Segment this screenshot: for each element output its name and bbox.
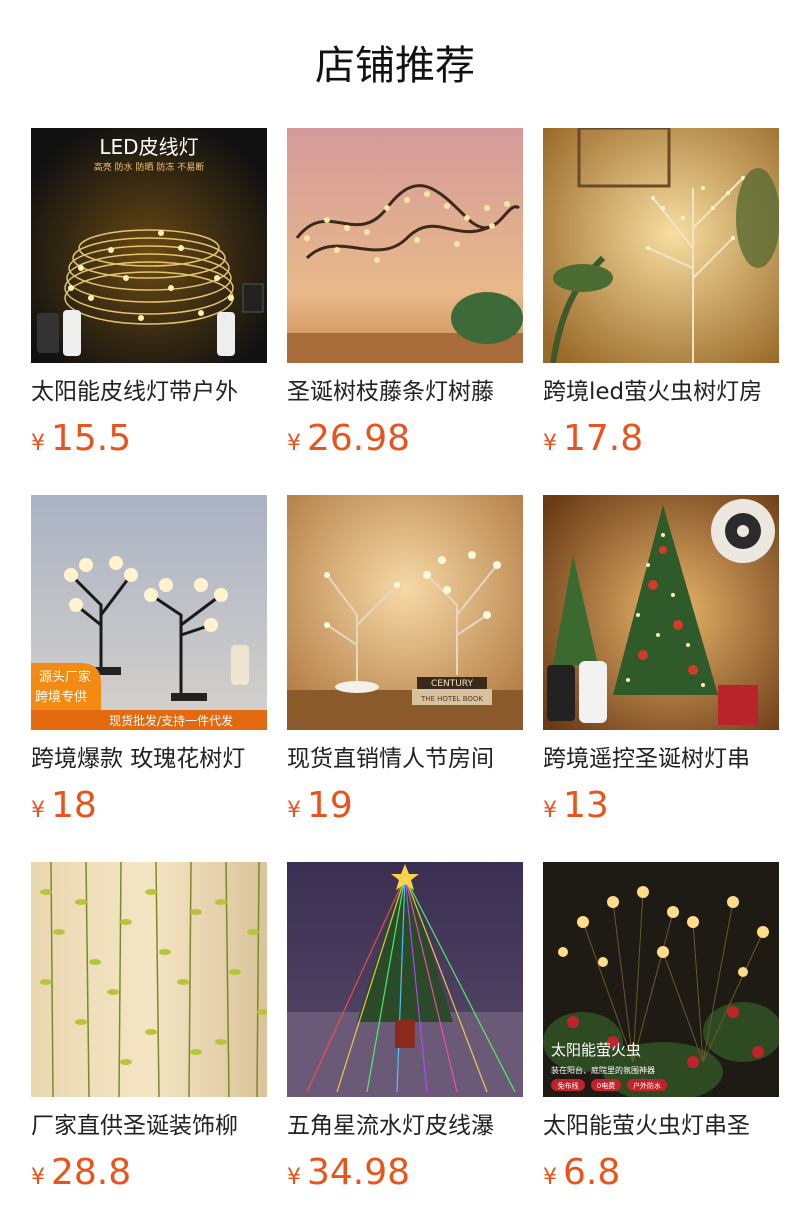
- product-price: ¥6.8: [543, 1151, 779, 1195]
- currency-symbol: ¥: [31, 1165, 45, 1190]
- image-tag1: 免布线: [558, 1081, 579, 1090]
- product-name[interactable]: 圣诞树枝藤条灯树藤: [287, 377, 523, 407]
- product-image[interactable]: [543, 495, 779, 730]
- product-image[interactable]: [287, 128, 523, 363]
- product-name[interactable]: 太阳能皮线灯带户外: [31, 377, 267, 407]
- currency-symbol: ¥: [31, 798, 45, 823]
- product-image[interactable]: [287, 862, 523, 1097]
- currency-symbol: ¥: [543, 431, 557, 456]
- product-image[interactable]: [31, 862, 267, 1097]
- image-overlay-title: 太阳能萤火虫: [551, 1041, 641, 1059]
- image-badge-line1: 源头厂家: [39, 669, 91, 685]
- product-card[interactable]: 五角星流水灯皮线瀑 ¥34.98: [287, 862, 523, 1195]
- currency-symbol: ¥: [287, 1165, 301, 1190]
- price-value: 15.5: [51, 418, 132, 459]
- product-price: ¥17.8: [543, 417, 779, 461]
- price-value: 6.8: [563, 1152, 621, 1193]
- product-image[interactable]: [543, 128, 779, 363]
- product-price: ¥34.98: [287, 1151, 523, 1195]
- image-overlay-title: LED皮线灯: [99, 135, 198, 159]
- currency-symbol: ¥: [31, 431, 45, 456]
- image-tag3: 户外防水: [633, 1081, 661, 1090]
- price-value: 26.98: [307, 418, 411, 459]
- page-title: 店铺推荐: [315, 43, 475, 89]
- image-book1-text: CENTURY: [431, 679, 473, 689]
- product-name[interactable]: 跨境爆款 玫瑰花树灯: [31, 744, 267, 774]
- product-name[interactable]: 厂家直供圣诞装饰柳: [31, 1111, 267, 1141]
- product-name[interactable]: 五角星流水灯皮线瀑: [287, 1111, 523, 1141]
- product-name[interactable]: 现货直销情人节房间: [287, 744, 523, 774]
- image-book2-text: THE HOTEL BOOK: [420, 695, 483, 703]
- product-card[interactable]: 跨境遥控圣诞树灯串 ¥13: [543, 495, 779, 828]
- product-price: ¥15.5: [31, 417, 267, 461]
- product-card[interactable]: CENTURY THE HOTEL BOOK 现货直销情人节房间 ¥19: [287, 495, 523, 828]
- image-banner-text: 现货批发/支持一件代发: [109, 713, 233, 728]
- price-value: 18: [51, 785, 97, 826]
- product-image[interactable]: 太阳能萤火虫 装在阳台、庭院里的氛围神器 免布线 0电费 户外防水: [543, 862, 779, 1097]
- price-value: 13: [563, 785, 609, 826]
- product-price: ¥19: [287, 784, 523, 828]
- image-tag2: 0电费: [597, 1081, 615, 1090]
- product-price: ¥28.8: [31, 1151, 267, 1195]
- price-value: 17.8: [563, 418, 644, 459]
- product-image[interactable]: 源头厂家 跨境专供 现货批发/支持一件代发: [31, 495, 267, 730]
- product-name[interactable]: 跨境遥控圣诞树灯串: [543, 744, 779, 774]
- product-card[interactable]: 跨境led萤火虫树灯房 ¥17.8: [543, 128, 779, 461]
- product-image[interactable]: CENTURY THE HOTEL BOOK: [287, 495, 523, 730]
- price-value: 34.98: [307, 1152, 411, 1193]
- product-image[interactable]: LED皮线灯 高亮 防水 防晒 防冻 不易断: [31, 128, 267, 363]
- image-badge-line2: 跨境专供: [35, 690, 87, 705]
- image-overlay-subtitle: 高亮 防水 防晒 防冻 不易断: [94, 161, 204, 173]
- product-card[interactable]: 太阳能萤火虫 装在阳台、庭院里的氛围神器 免布线 0电费 户外防水 太阳能萤火虫…: [543, 862, 779, 1195]
- currency-symbol: ¥: [287, 798, 301, 823]
- product-name[interactable]: 太阳能萤火虫灯串圣: [543, 1111, 779, 1141]
- currency-symbol: ¥: [287, 431, 301, 456]
- product-name[interactable]: 跨境led萤火虫树灯房: [543, 377, 779, 407]
- currency-symbol: ¥: [543, 798, 557, 823]
- product-price: ¥26.98: [287, 417, 523, 461]
- product-card[interactable]: LED皮线灯 高亮 防水 防晒 防冻 不易断 太阳能皮线灯带户外 ¥15.5: [31, 128, 267, 461]
- product-price: ¥18: [31, 784, 267, 828]
- image-overlay-subtitle: 装在阳台、庭院里的氛围神器: [551, 1065, 655, 1075]
- product-price: ¥13: [543, 784, 779, 828]
- price-value: 28.8: [51, 1152, 132, 1193]
- currency-symbol: ¥: [543, 1165, 557, 1190]
- price-value: 19: [307, 785, 353, 826]
- product-card[interactable]: 源头厂家 跨境专供 现货批发/支持一件代发 跨境爆款 玫瑰花树灯 ¥18: [31, 495, 267, 828]
- product-card[interactable]: 圣诞树枝藤条灯树藤 ¥26.98: [287, 128, 523, 461]
- product-card[interactable]: 厂家直供圣诞装饰柳 ¥28.8: [31, 862, 267, 1195]
